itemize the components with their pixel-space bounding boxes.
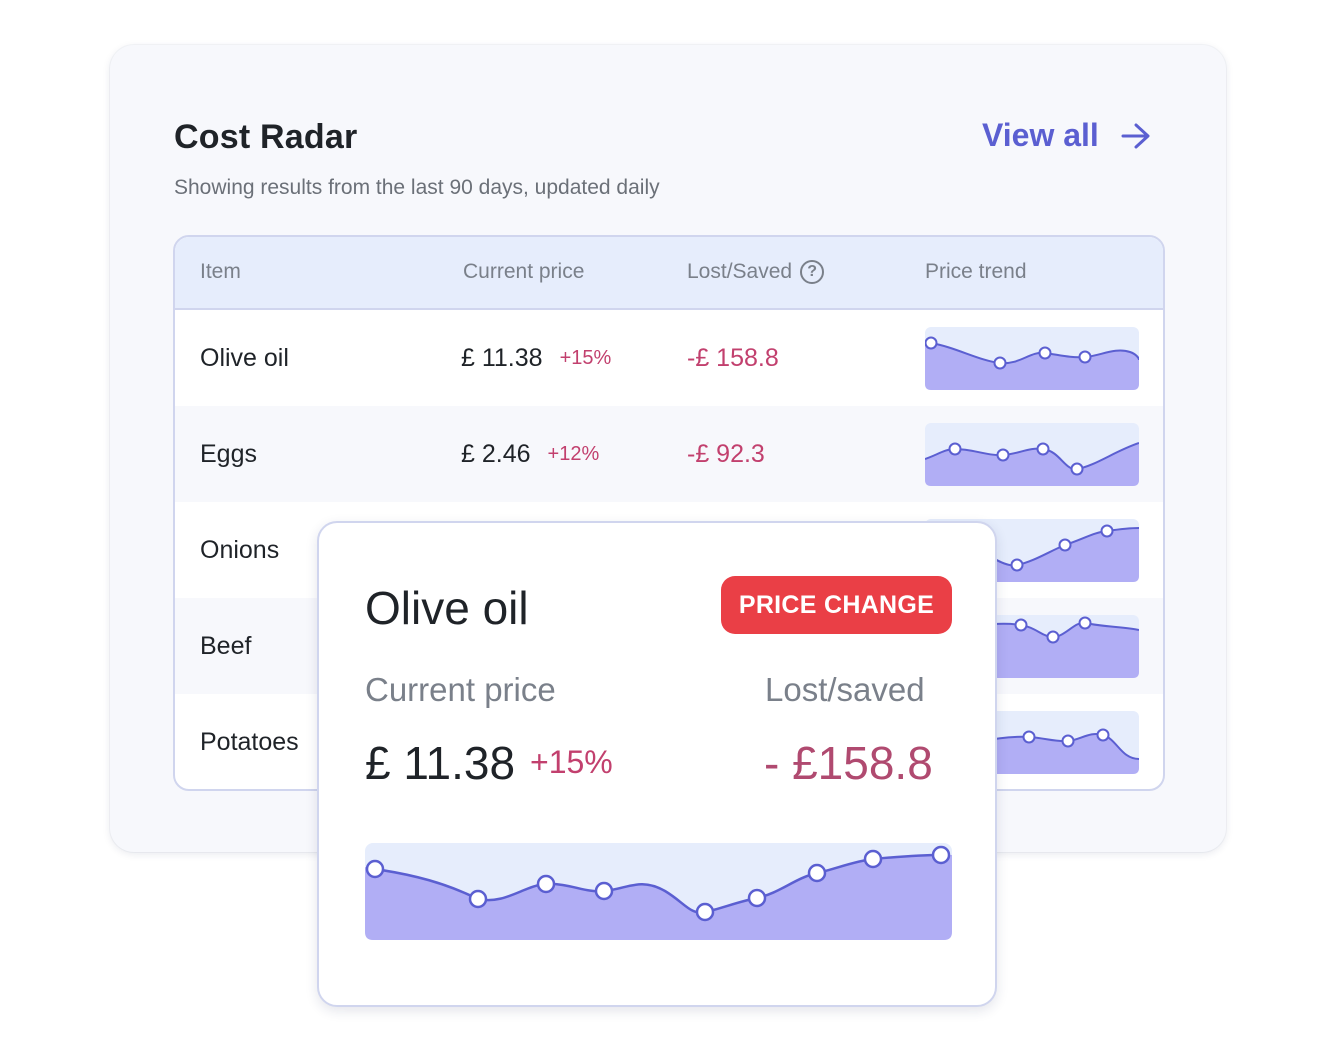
view-all-label: View all	[982, 117, 1099, 153]
row-item: Onions	[200, 535, 280, 564]
row-change: +12%	[547, 442, 600, 465]
row-item: Beef	[200, 631, 252, 660]
header-lost-saved: Lost/Saved ?	[687, 260, 825, 284]
popup-lost-saved: - £158.8	[764, 737, 933, 789]
popup-current-price: £ 11.38	[365, 737, 516, 789]
row-item: Eggs	[200, 439, 257, 468]
row-item: Olive oil	[200, 343, 289, 372]
popup-price-trend-chart	[365, 843, 952, 940]
row-change: +15%	[559, 346, 612, 369]
item-detail-popup[interactable]: Olive oil PRICE CHANGE Current price Los…	[317, 521, 997, 1007]
card-subtitle: Showing results from the last 90 days, u…	[174, 176, 660, 199]
row-price: £ 2.46	[461, 439, 531, 468]
arrow-right-icon	[1121, 123, 1150, 148]
row-lost-saved: -£ 92.3	[687, 439, 765, 468]
table-row[interactable]: Olive oil £ 11.38 +15% -£ 158.8	[175, 310, 1163, 406]
table-header: Item Current price Lost/Saved ? Price tr…	[175, 237, 1163, 310]
current-price-label: Current price	[365, 671, 556, 708]
row-lost-saved: -£ 158.8	[687, 343, 779, 372]
popup-price-change: +15%	[530, 744, 613, 780]
row-price: £ 11.38	[461, 343, 543, 372]
price-trend-sparkline	[925, 423, 1139, 486]
header-price-trend: Price trend	[925, 260, 1027, 283]
header-current-price: Current price	[463, 260, 585, 283]
question-circle-icon[interactable]: ?	[800, 260, 825, 284]
row-price-cell: £ 11.38 +15%	[461, 310, 611, 406]
view-all-link[interactable]: View all	[982, 117, 1151, 154]
price-change-badge: PRICE CHANGE	[721, 576, 952, 634]
header-lost-saved-label: Lost/Saved	[687, 260, 793, 283]
row-price-cell: £ 2.46 +12%	[461, 406, 599, 502]
card-title: Cost Radar	[174, 118, 358, 156]
header-item: Item	[200, 260, 241, 283]
lost-saved-label: Lost/saved	[765, 671, 925, 708]
price-trend-sparkline	[925, 327, 1139, 390]
table-row[interactable]: Eggs £ 2.46 +12% -£ 92.3	[175, 406, 1163, 502]
popup-title: Olive oil	[365, 582, 529, 634]
row-item: Potatoes	[200, 727, 299, 756]
